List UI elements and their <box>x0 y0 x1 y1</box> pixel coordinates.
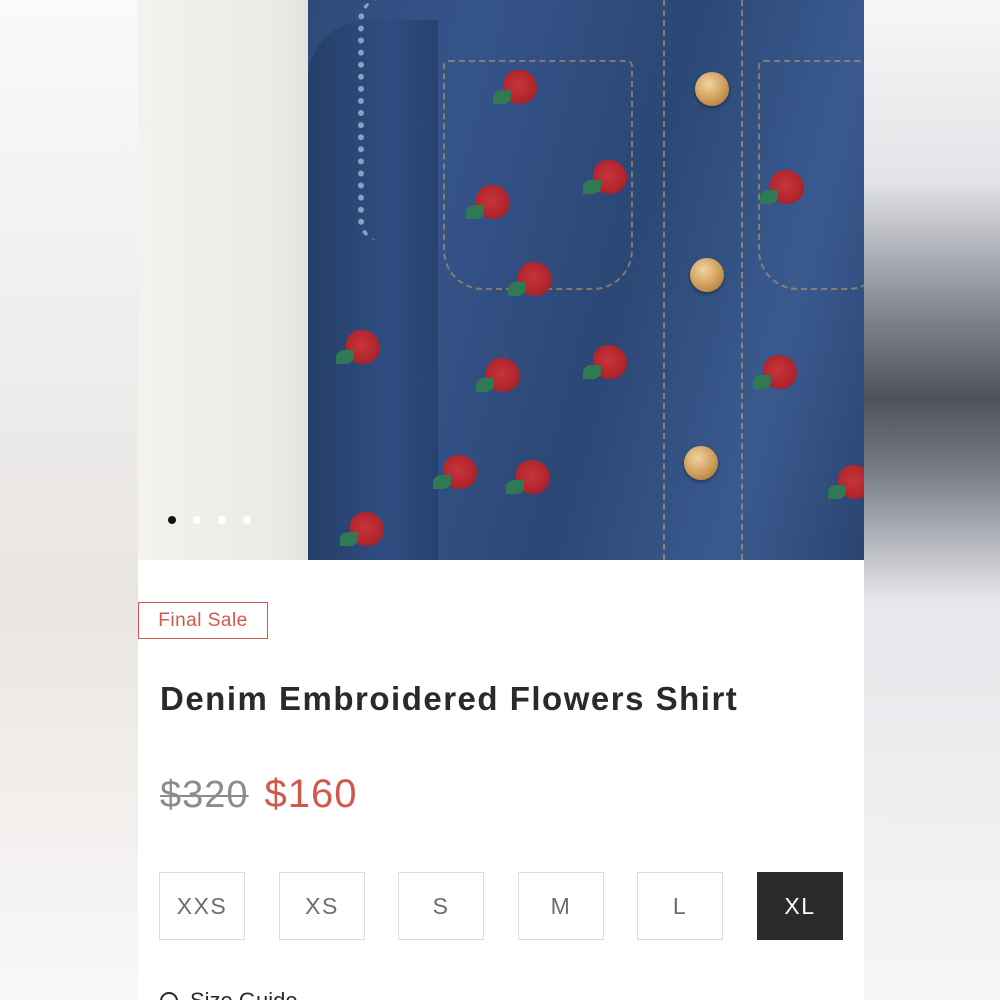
product-page: Final Sale Denim Embroidered Flowers Shi… <box>138 0 864 1000</box>
product-photo-button <box>690 258 724 292</box>
embroidered-rose <box>476 358 520 392</box>
embroidered-rose <box>508 262 552 296</box>
blurred-backdrop-right <box>864 0 1000 1000</box>
size-guide-link[interactable]: Size Guide <box>160 988 298 1000</box>
embroidered-rose <box>760 170 804 204</box>
embroidered-rose <box>828 465 864 499</box>
product-photo-ruffle <box>358 0 398 240</box>
size-option-xl[interactable]: XL <box>757 872 843 940</box>
embroidered-rose <box>583 160 627 194</box>
size-guide-label: Size Guide <box>190 988 298 1000</box>
size-option-s[interactable]: S <box>398 872 484 940</box>
blurred-backdrop-left <box>0 0 138 1000</box>
product-photo-button <box>695 72 729 106</box>
size-selector: XXS XS S M L XL <box>159 872 843 940</box>
carousel-dot-1[interactable] <box>168 516 176 524</box>
product-title: Denim Embroidered Flowers Shirt <box>160 680 739 717</box>
carousel-dot-4[interactable] <box>243 516 251 524</box>
price-row: $320 $160 <box>160 772 358 817</box>
size-option-xs[interactable]: XS <box>279 872 365 940</box>
embroidered-rose <box>583 345 627 379</box>
embroidered-rose <box>506 460 550 494</box>
embroidered-rose <box>753 355 797 389</box>
size-option-xxs[interactable]: XXS <box>159 872 245 940</box>
size-option-m[interactable]: M <box>518 872 604 940</box>
embroidered-rose <box>340 512 384 546</box>
product-photo-button <box>684 446 718 480</box>
embroidered-rose <box>433 455 477 489</box>
carousel-dot-2[interactable] <box>193 516 201 524</box>
embroidered-rose <box>493 70 537 104</box>
embroidered-rose <box>466 185 510 219</box>
carousel-dot-3[interactable] <box>218 516 226 524</box>
ruler-icon <box>160 992 178 1000</box>
product-image-carousel[interactable] <box>138 0 864 560</box>
sale-price: $160 <box>264 772 358 816</box>
size-option-l[interactable]: L <box>637 872 723 940</box>
embroidered-rose <box>336 330 380 364</box>
original-price: $320 <box>160 774 249 816</box>
final-sale-badge: Final Sale <box>138 602 268 639</box>
carousel-dots <box>168 516 251 524</box>
